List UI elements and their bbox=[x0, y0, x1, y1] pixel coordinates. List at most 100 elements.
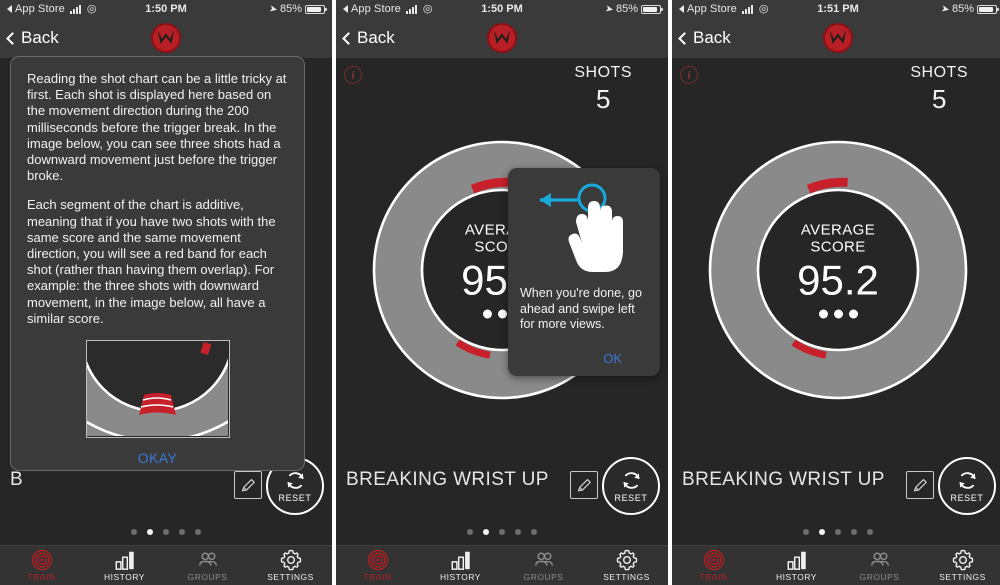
info-circle-icon[interactable]: i bbox=[680, 66, 698, 84]
back-button[interactable]: Back bbox=[342, 28, 395, 48]
status-bar-right: ➤ 85% bbox=[268, 3, 327, 15]
panel-gauge: App Store ◎ 1:51 PM ➤ 85% Back i SHOTS 5… bbox=[672, 0, 1000, 585]
gauge-center-readout: AVERAGE SCORE 95.2 bbox=[763, 222, 913, 319]
tab-groups-label: GROUPS bbox=[187, 572, 228, 582]
page-dot[interactable] bbox=[803, 529, 809, 535]
tab-settings-label: SETTINGS bbox=[939, 572, 986, 582]
tab-settings-label: SETTINGS bbox=[603, 572, 650, 582]
page-dot-active[interactable] bbox=[147, 529, 153, 535]
location-arrow-icon: ➤ bbox=[939, 2, 951, 16]
page-dot[interactable] bbox=[195, 529, 201, 535]
page-dot[interactable] bbox=[179, 529, 185, 535]
nav-bar: Back bbox=[0, 18, 332, 58]
reset-button[interactable]: RESET bbox=[602, 457, 660, 515]
page-dot[interactable] bbox=[467, 529, 473, 535]
screenshot-triptych: App Store ◎ 1:50 PM ➤ 85% Back B RESET R… bbox=[0, 0, 1000, 585]
edit-button[interactable] bbox=[570, 471, 598, 499]
edit-button[interactable] bbox=[234, 471, 262, 499]
back-button-label: Back bbox=[693, 28, 731, 47]
tab-settings[interactable]: SETTINGS bbox=[249, 546, 332, 585]
tab-train[interactable]: TRAIN bbox=[0, 546, 83, 585]
tab-groups[interactable]: GROUPS bbox=[838, 546, 921, 585]
swipe-left-hand-icon bbox=[520, 178, 648, 286]
tab-train-label: TRAIN bbox=[363, 572, 392, 582]
tab-history-label: HISTORY bbox=[104, 572, 145, 582]
score-gauge[interactable]: AVERAGE SCORE 95.2 bbox=[704, 136, 972, 404]
tab-history[interactable]: HISTORY bbox=[755, 546, 838, 585]
tab-bar: TRAIN HISTORY GROUPS SETTINGS bbox=[672, 545, 1000, 585]
battery-icon bbox=[305, 4, 327, 14]
mantis-logo-icon bbox=[151, 23, 181, 53]
tab-history[interactable]: HISTORY bbox=[419, 546, 502, 585]
status-bar-right: ➤ 85% bbox=[604, 3, 663, 15]
page-dot[interactable] bbox=[515, 529, 521, 535]
people-icon bbox=[198, 552, 217, 566]
help-paragraph-1: Reading the shot chart can be a little t… bbox=[27, 71, 287, 184]
people-icon bbox=[534, 552, 553, 566]
tab-groups[interactable]: GROUPS bbox=[502, 546, 585, 585]
okay-button[interactable]: OKAY bbox=[27, 450, 288, 466]
tab-train[interactable]: TRAIN bbox=[336, 546, 419, 585]
shots-value: 5 bbox=[595, 84, 611, 114]
bar-chart-icon bbox=[451, 551, 470, 570]
swipe-left-hand-graphic bbox=[540, 183, 623, 272]
reset-button-label: RESET bbox=[278, 493, 312, 503]
page-indicator[interactable] bbox=[131, 529, 201, 535]
status-bar-right: ➤ 85% bbox=[939, 2, 999, 16]
tab-bar: TRAIN HISTORY GROUPS SETTINGS bbox=[0, 545, 332, 585]
shot-chart-thumbnail-graphic bbox=[86, 341, 229, 438]
nav-bar: Back bbox=[672, 18, 1000, 58]
page-dot-active[interactable] bbox=[483, 529, 489, 535]
back-button[interactable]: Back bbox=[6, 28, 59, 48]
tab-train[interactable]: TRAIN bbox=[672, 546, 755, 585]
page-dot[interactable] bbox=[835, 529, 841, 535]
back-button[interactable]: Back bbox=[678, 28, 731, 48]
swipe-tooltip-text: When you're done, go ahead and swipe lef… bbox=[520, 286, 642, 331]
back-button-label: Back bbox=[357, 28, 395, 47]
reset-button[interactable]: RESET bbox=[938, 457, 996, 515]
pencil-icon bbox=[577, 478, 591, 491]
tab-settings[interactable]: SETTINGS bbox=[921, 546, 1000, 585]
page-dot[interactable] bbox=[499, 529, 505, 535]
shots-label: SHOTS bbox=[574, 64, 632, 81]
people-icon bbox=[870, 552, 889, 566]
metric-label-behind: B bbox=[10, 469, 24, 490]
page-dot[interactable] bbox=[851, 529, 857, 535]
metric-label: BREAKING WRIST UP bbox=[682, 469, 885, 490]
help-paragraph-2: Each segment of the chart is additive, m… bbox=[27, 197, 276, 326]
page-dot[interactable] bbox=[867, 529, 873, 535]
pencil-icon bbox=[241, 478, 255, 491]
refresh-icon bbox=[622, 472, 640, 489]
page-dot[interactable] bbox=[131, 529, 137, 535]
tab-groups-label: GROUPS bbox=[859, 572, 900, 582]
reset-button-label: RESET bbox=[614, 493, 648, 503]
tab-train-label: TRAIN bbox=[27, 572, 56, 582]
edit-button[interactable] bbox=[906, 471, 934, 499]
gear-icon bbox=[616, 549, 637, 571]
page-indicator[interactable] bbox=[803, 529, 873, 535]
panel-content: i SHOTS 5 AVERAGE SCORE 95.2 BREAKING WR… bbox=[336, 58, 668, 545]
refresh-icon bbox=[958, 472, 976, 489]
chevron-left-icon bbox=[6, 31, 19, 45]
tab-groups[interactable]: GROUPS bbox=[166, 546, 249, 585]
panel-content: B RESET Reading the shot chart can be a … bbox=[0, 56, 332, 545]
info-circle-icon[interactable]: i bbox=[344, 66, 362, 84]
page-indicator[interactable] bbox=[467, 529, 537, 535]
tooltip-ok-button[interactable]: OK bbox=[520, 351, 648, 366]
battery-icon bbox=[641, 4, 663, 14]
page-dot[interactable] bbox=[531, 529, 537, 535]
page-dot-active[interactable] bbox=[819, 529, 825, 535]
tab-settings[interactable]: SETTINGS bbox=[585, 546, 668, 585]
page-dot[interactable] bbox=[163, 529, 169, 535]
shots-readout: SHOTS 5 bbox=[574, 64, 632, 115]
status-bar: App Store ◎ 1:51 PM ➤ 85% bbox=[672, 0, 1000, 18]
tab-history[interactable]: HISTORY bbox=[83, 546, 166, 585]
bar-chart-icon bbox=[115, 551, 134, 570]
target-icon bbox=[703, 549, 724, 571]
battery-percent-label: 85% bbox=[951, 3, 974, 15]
status-bar: App Store ◎ 1:50 PM ➤ 85% bbox=[336, 0, 668, 18]
swipe-tooltip: When you're done, go ahead and swipe lef… bbox=[508, 168, 660, 376]
nav-bar: Back bbox=[336, 18, 668, 58]
panel-help-dialog: App Store ◎ 1:50 PM ➤ 85% Back B RESET R… bbox=[0, 0, 332, 585]
mantis-logo-icon bbox=[487, 23, 517, 53]
